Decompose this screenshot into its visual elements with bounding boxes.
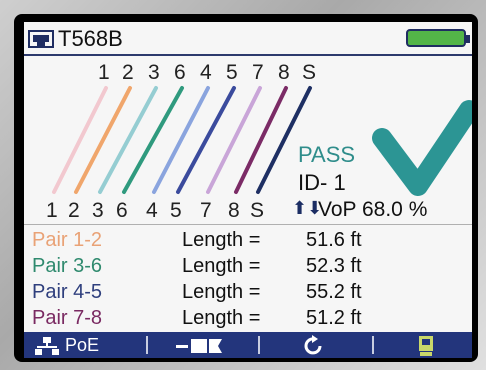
toner-icon	[176, 339, 222, 354]
pin-label-bottom: S	[250, 199, 265, 222]
checkmark-icon	[372, 100, 472, 196]
pin-label-bottom: 1	[46, 199, 58, 222]
pair-name: Pair 4-5	[32, 281, 103, 303]
wire-line	[152, 86, 210, 194]
pin-label-top: 2	[122, 61, 134, 84]
status-header: T568B	[24, 22, 472, 56]
pin-label-top: 3	[148, 61, 160, 84]
pin-label-bottom: 8	[228, 199, 240, 222]
pair-lengths: Pair 1-2 Length = 51.6 ft Pair 3-6 Lengt…	[24, 224, 472, 333]
length-label: Length =	[182, 307, 261, 329]
wiremap-graphic	[52, 86, 472, 196]
softkey-divider	[146, 336, 148, 354]
pin-label-top: 6	[174, 61, 186, 84]
save-icon	[419, 336, 433, 357]
pin-label-top: 4	[200, 61, 212, 84]
toner-softkey[interactable]	[174, 332, 226, 358]
pair-row: Pair 7-8 Length = 51.2 ft	[24, 305, 472, 331]
pin-label-top: 8	[278, 61, 290, 84]
length-value: 55.2 ft	[306, 281, 362, 303]
length-value: 52.3 ft	[306, 255, 362, 277]
wiring-standard: T568B	[58, 26, 123, 51]
rj45-jack-icon	[28, 30, 54, 48]
pin-label-top: S	[302, 61, 317, 84]
test-status: PASS	[298, 142, 356, 167]
battery-icon	[406, 29, 470, 47]
pin-label-top: 7	[252, 61, 264, 84]
remote-id: ID- 1	[298, 170, 346, 195]
display: T568B PASS ID- 1 ⬆⬇ VoP 68.0 % 12364578S…	[24, 22, 472, 358]
pair-row: Pair 1-2 Length = 51.6 ft	[24, 227, 472, 253]
pin-label-top: 1	[98, 61, 110, 84]
length-label: Length =	[182, 229, 261, 251]
length-value: 51.6 ft	[306, 229, 362, 251]
wire-line	[206, 86, 262, 194]
save-softkey[interactable]	[418, 332, 434, 358]
wire-line	[176, 86, 236, 194]
wire-line	[234, 86, 288, 194]
length-label: Length =	[182, 255, 261, 277]
length-value: 51.2 ft	[306, 307, 362, 329]
pin-label-bottom: 2	[68, 199, 80, 222]
softkey-divider	[258, 336, 260, 354]
vop-value: VoP 68.0 %	[318, 198, 428, 221]
wiremap-panel: PASS ID- 1 ⬆⬇ VoP 68.0 % 12364578S123645…	[24, 58, 472, 222]
pair-row: Pair 3-6 Length = 52.3 ft	[24, 253, 472, 279]
poe-label: PoE	[65, 335, 100, 355]
network-icon	[35, 337, 59, 356]
wire-line	[52, 86, 108, 194]
wire-line	[98, 86, 158, 194]
pin-label-bottom: 6	[116, 199, 128, 222]
softkey-bar: PoE	[24, 332, 472, 358]
wire-line	[74, 86, 132, 194]
refresh-softkey[interactable]	[302, 332, 326, 358]
pin-label-top: 5	[226, 61, 238, 84]
length-label: Length =	[182, 281, 261, 303]
refresh-icon	[304, 335, 322, 355]
screen-frame: T568B PASS ID- 1 ⬆⬇ VoP 68.0 % 12364578S…	[14, 14, 478, 362]
pair-name: Pair 1-2	[32, 229, 103, 251]
pair-name: Pair 3-6	[32, 255, 103, 277]
softkey-divider	[372, 336, 374, 354]
poe-softkey[interactable]: PoE	[34, 332, 99, 358]
pair-name: Pair 7-8	[32, 307, 103, 329]
pin-label-bottom: 5	[170, 199, 182, 222]
wire-line	[122, 86, 184, 194]
pin-label-bottom: 4	[146, 199, 158, 222]
pair-row: Pair 4-5 Length = 55.2 ft	[24, 279, 472, 305]
pin-label-bottom: 3	[92, 199, 104, 222]
pin-label-bottom: 7	[200, 199, 212, 222]
